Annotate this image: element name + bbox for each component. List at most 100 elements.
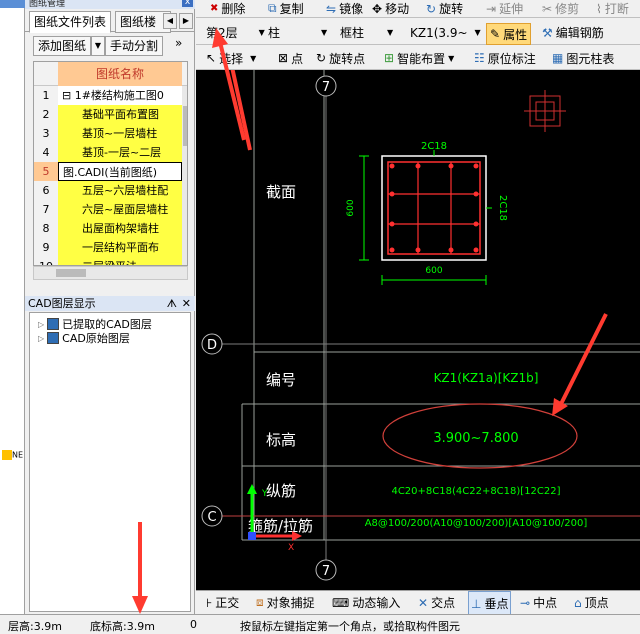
extend-button[interactable]: ⇥ 延伸: [486, 0, 523, 17]
point-icon: ⊠: [278, 51, 289, 65]
perpendicular-label: 垂点: [484, 597, 509, 611]
grid-hscroll-thumb[interactable]: [56, 269, 86, 277]
manual-split-button[interactable]: 手动分割: [105, 36, 164, 56]
trim-label: 修剪: [555, 2, 580, 16]
grid-vertical-scrollbar[interactable]: [182, 86, 187, 265]
row-drawing-name[interactable]: 出屋面构架墙柱: [58, 219, 182, 238]
point-button[interactable]: ⊠ 点: [278, 47, 303, 69]
left-strip-title: [0, 0, 25, 8]
subtype-select[interactable]: 框柱 ▼: [340, 21, 393, 44]
dynamic-input-icon: ⌨: [332, 595, 350, 610]
table-row[interactable]: 4 基顶-一层~二层: [34, 143, 182, 163]
dynamic-input-button[interactable]: ⌨ 动态输入: [332, 591, 400, 614]
type-select[interactable]: 柱 ▼: [268, 21, 327, 44]
axis-d-label: D: [207, 338, 217, 353]
cad-canvas[interactable]: 7 7 D C 截面 编号 标高 纵筋 箍筋/拉筋 2C18 2C18 600 …: [196, 29, 640, 590]
move-button[interactable]: ✥ 移动: [372, 0, 409, 17]
tree-expand-icon[interactable]: ▷: [38, 320, 44, 329]
grid-header-name[interactable]: 图纸名称: [58, 62, 182, 86]
extend-icon: ⇥: [486, 1, 497, 16]
layer-folder-icon: [47, 318, 60, 330]
cad-layers-title-bar: CAD图层显示 ᗑ ✕: [25, 296, 195, 311]
rotate-button[interactable]: ↻ 旋转: [426, 0, 463, 17]
axis-x-label: X: [288, 543, 294, 553]
row-drawing-name[interactable]: 五层~六层墙柱配: [58, 181, 182, 200]
column-table-button[interactable]: ▦ 图元柱表: [552, 47, 614, 69]
row-drawing-name[interactable]: 二层梁平法: [58, 257, 182, 265]
grid-scroll-thumb[interactable]: [183, 106, 187, 146]
tree-item-label: CAD原始图层: [62, 332, 130, 345]
break-label: 打断: [604, 2, 629, 16]
smart-layout-label: 智能布置: [397, 51, 446, 66]
panel-title: 图纸管理: [25, 0, 195, 9]
copy-icon: ⧉: [268, 1, 277, 15]
copy-button[interactable]: ⧉ 复制: [268, 0, 304, 17]
row-number: 3: [34, 124, 59, 143]
in-place-annotation-button[interactable]: ☷ 原位标注: [474, 47, 536, 69]
tab-right-arrow-icon[interactable]: ▶: [179, 13, 193, 29]
add-drawing-label: 添加图纸: [38, 39, 87, 53]
break-icon: ⌇: [596, 1, 602, 16]
rotate-icon: ↻: [426, 1, 437, 16]
table-row[interactable]: 8 出屋面构架墙柱: [34, 219, 182, 239]
row-drawing-name[interactable]: 图.CADI(当前图纸): [58, 162, 182, 181]
row-drawing-name[interactable]: ⊟ 1#楼结构施工图0: [58, 86, 182, 105]
table-row[interactable]: 7 六层~屋面层墙柱: [34, 200, 182, 220]
edit-rebar-button[interactable]: ⚒ 编辑钢筋: [542, 21, 604, 44]
subtype-value: 框柱: [340, 26, 365, 40]
cad-drawing[interactable]: 7 7 D C 截面 编号 标高 纵筋 箍筋/拉筋 2C18 2C18 600 …: [196, 29, 640, 590]
row-number: 9: [34, 238, 59, 257]
row-drawing-name[interactable]: 基顶~一层墙柱: [58, 124, 182, 143]
edit-rebar-label: 编辑钢筋: [555, 26, 604, 40]
smart-layout-button[interactable]: ⊞ 智能布置 ▼: [384, 47, 454, 69]
tab-drawing-list[interactable]: 图纸文件列表: [29, 11, 112, 33]
layers-close-icon[interactable]: ✕: [182, 296, 191, 311]
table-row[interactable]: 3 基顶~一层墙柱: [34, 124, 182, 144]
element-select[interactable]: KZ1(3.9~ ▼: [410, 21, 481, 44]
perpendicular-button[interactable]: ⊥ 垂点: [468, 591, 512, 616]
tab-left-arrow-icon[interactable]: ◀: [163, 13, 177, 29]
add-drawing-dropdown-icon[interactable]: ▼: [91, 36, 105, 56]
more-icon[interactable]: »: [175, 36, 182, 50]
intersection-button[interactable]: ✕ 交点: [418, 591, 455, 614]
edit-toolbar: ✖ 删除 ⧉ 复制 ⇋ 镜像 ✥ 移动 ↻ 旋转 ⇥ 延伸 ✂ 修剪 ⌇ 打断: [196, 0, 640, 18]
table-row[interactable]: 9 一层结构平面布: [34, 238, 182, 258]
panel-close-icon[interactable]: x: [182, 0, 193, 7]
vertex-button[interactable]: ⌂ 顶点: [574, 591, 609, 614]
trim-icon: ✂: [542, 1, 553, 16]
mirror-icon: ⇋: [326, 1, 337, 16]
tree-item-original[interactable]: ▷ CAD原始图层: [38, 330, 130, 346]
row-number: 1: [34, 86, 59, 105]
rotate-point-button[interactable]: ↻ 旋转点: [316, 47, 365, 69]
mirror-button[interactable]: ⇋ 镜像: [326, 0, 363, 17]
red-arrow-base-elevation: [132, 522, 148, 614]
table-row[interactable]: 6 五层~六层墙柱配: [34, 181, 182, 201]
axis-7-bottom-label: 7: [322, 564, 330, 579]
table-row[interactable]: 5 图.CADI(当前图纸): [34, 162, 182, 182]
pin-icon[interactable]: ᗑ: [167, 296, 177, 311]
chevron-down-icon: ▼: [321, 28, 328, 37]
row-drawing-name[interactable]: 基础平面布置图: [58, 105, 182, 124]
type-value: 柱: [268, 26, 281, 40]
table-row[interactable]: 2 基础平面布置图: [34, 105, 182, 125]
add-drawing-button[interactable]: 添加图纸: [33, 36, 92, 56]
elevation-value: 3.900~7.800: [433, 431, 518, 446]
ne-badge: NE: [2, 450, 23, 460]
table-row[interactable]: 10二层梁平法: [34, 257, 182, 265]
delete-button[interactable]: ✖ 删除: [210, 0, 245, 17]
tree-expand-icon[interactable]: ▷: [38, 334, 44, 343]
row-drawing-name[interactable]: 一层结构平面布: [58, 238, 182, 257]
rotate-point-icon: ↻: [316, 51, 327, 65]
trim-button[interactable]: ✂ 修剪: [542, 0, 579, 17]
row-drawing-name[interactable]: 六层~屋面层墙柱: [58, 200, 182, 219]
dynamic-input-label: 动态输入: [352, 596, 401, 610]
object-snap-button[interactable]: ⧈ 对象捕捉: [256, 591, 315, 614]
grid-horizontal-scrollbar[interactable]: [33, 266, 188, 280]
midpoint-button[interactable]: ⊸ 中点: [520, 591, 557, 614]
ortho-button[interactable]: ⊦ 正交: [206, 591, 239, 614]
break-button[interactable]: ⌇ 打断: [596, 0, 629, 17]
properties-button[interactable]: ✎ 属性: [486, 23, 532, 45]
row-drawing-name[interactable]: 基顶-一层~二层: [58, 143, 182, 162]
extend-label: 延伸: [499, 2, 524, 16]
table-row[interactable]: 1 ⊟ 1#楼结构施工图0: [34, 86, 182, 106]
